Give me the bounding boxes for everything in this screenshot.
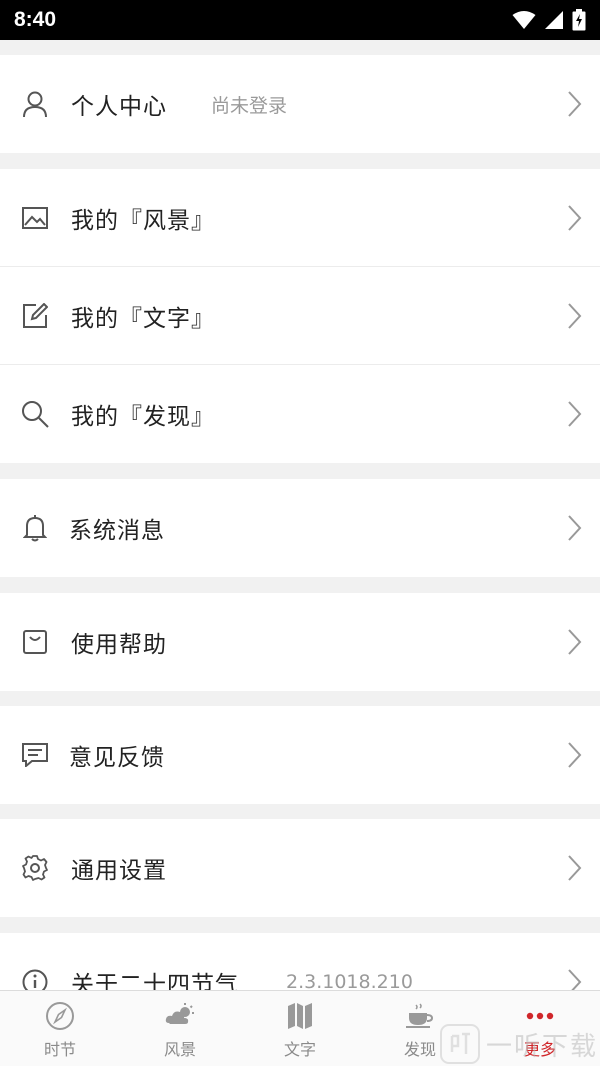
- login-status: 尚未登录: [211, 94, 288, 117]
- bell-icon: [21, 514, 49, 542]
- info-icon: [21, 968, 49, 990]
- tab-text-label: 文字: [283, 1040, 316, 1059]
- help-label: 使用帮助: [71, 632, 167, 658]
- cloud-sun-icon: [165, 1003, 194, 1024]
- tab-season[interactable]: 时节: [0, 991, 120, 1066]
- about-label: 关于二十四节气: [71, 972, 239, 990]
- chevron-right-icon: [568, 969, 582, 990]
- edit-icon: [21, 302, 49, 330]
- watermark-text: 一听下载: [486, 1031, 599, 1062]
- profile-row[interactable]: 个人中心 尚未登录: [0, 55, 600, 153]
- watermark-logo-icon: [440, 1024, 480, 1064]
- system-icons: [512, 9, 586, 31]
- my-discover-label: 我的『发现』: [71, 404, 215, 430]
- user-icon: [21, 90, 49, 118]
- status-bar: 8:40: [0, 0, 600, 40]
- group-about: 关于二十四节气 2.3.1018.210: [0, 933, 600, 990]
- chevron-right-icon: [568, 629, 582, 655]
- tab-scenery-label: 风景: [163, 1040, 196, 1059]
- status-time: 8:40: [14, 8, 57, 31]
- settings-row[interactable]: 通用设置: [0, 819, 600, 917]
- chevron-right-icon: [568, 91, 582, 117]
- chevron-right-icon: [568, 302, 582, 329]
- group-settings: 通用设置: [0, 819, 600, 917]
- feedback-label: 意见反馈: [69, 745, 165, 771]
- my-text-label: 我的『文字』: [71, 305, 215, 332]
- help-row[interactable]: 使用帮助: [0, 593, 600, 691]
- gear-icon: [21, 854, 49, 882]
- teacup-icon: [406, 1003, 434, 1028]
- image-icon: [21, 204, 49, 232]
- wifi-icon: [512, 11, 536, 29]
- group-help: 使用帮助: [0, 593, 600, 691]
- tab-discover-label: 发现: [403, 1040, 436, 1059]
- search-icon: [21, 400, 49, 428]
- chevron-right-icon: [568, 742, 582, 768]
- chevron-right-icon: [568, 855, 582, 881]
- feedback-row[interactable]: 意见反馈: [0, 706, 600, 804]
- settings-list[interactable]: 个人中心 尚未登录 我的『风景』 我的『文字』 我的『发现』 系统消息 使用帮助…: [0, 40, 600, 990]
- about-row[interactable]: 关于二十四节气 2.3.1018.210: [0, 933, 600, 990]
- system-messages-label: 系统消息: [69, 518, 165, 544]
- system-messages-row[interactable]: 系统消息: [0, 479, 600, 577]
- group-profile: 个人中心 尚未登录: [0, 55, 600, 153]
- group-feedback: 意见反馈: [0, 706, 600, 804]
- tab-text[interactable]: 文字: [240, 991, 360, 1066]
- signal-icon: [545, 11, 563, 29]
- tab-season-label: 时节: [43, 1040, 76, 1059]
- profile-label: 个人中心: [71, 94, 167, 120]
- chevron-right-icon: [568, 204, 582, 231]
- chevron-right-icon: [568, 515, 582, 541]
- compass-icon: [46, 1002, 74, 1030]
- battery-icon: [572, 9, 586, 31]
- watermark: 一听下载: [440, 1022, 598, 1066]
- my-scenery-row[interactable]: 我的『风景』: [0, 169, 600, 267]
- settings-label: 通用设置: [71, 858, 167, 884]
- my-text-row[interactable]: 我的『文字』: [0, 267, 600, 365]
- version-text: 2.3.1018.210: [286, 971, 413, 990]
- group-messages: 系统消息: [0, 479, 600, 577]
- help-box-icon: [21, 628, 49, 656]
- my-scenery-label: 我的『风景』: [71, 207, 215, 234]
- map-icon: [288, 1003, 312, 1029]
- chat-bubble-icon: [21, 741, 49, 769]
- chevron-right-icon: [568, 401, 582, 427]
- my-discover-row[interactable]: 我的『发现』: [0, 365, 600, 463]
- tab-scenery[interactable]: 风景: [120, 991, 240, 1066]
- group-my-content: 我的『风景』 我的『文字』 我的『发现』: [0, 169, 600, 463]
